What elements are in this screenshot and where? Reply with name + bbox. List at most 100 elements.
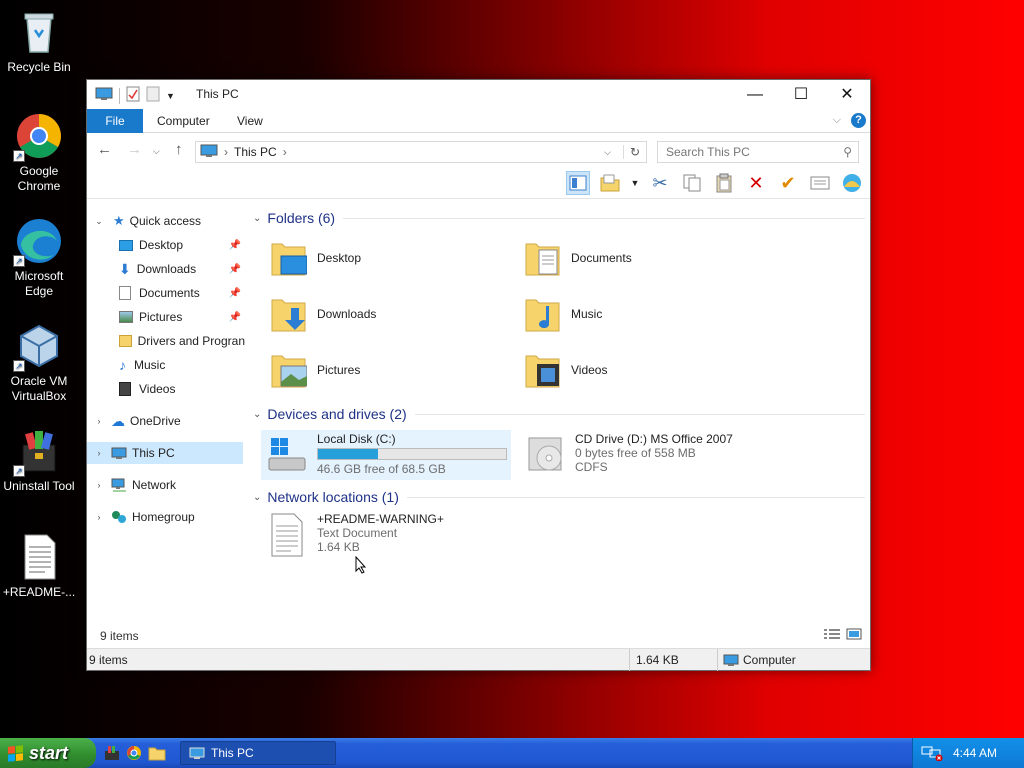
start-button[interactable]: start bbox=[0, 738, 96, 768]
uninstall-tool-icon: ↗ bbox=[13, 427, 63, 477]
desktop-icon-readme[interactable]: +README-... bbox=[0, 533, 78, 600]
expand-chevron-icon[interactable]: ⌄ bbox=[93, 216, 105, 227]
folder-tile-documents[interactable]: Documents bbox=[525, 238, 632, 278]
shortcut-arrow-icon: ↗ bbox=[13, 465, 25, 477]
nav-item-drivers[interactable]: Drivers and Progran bbox=[87, 330, 245, 352]
pictures-icon bbox=[119, 311, 133, 323]
copy-icon[interactable] bbox=[680, 171, 704, 195]
computer-icon[interactable] bbox=[95, 87, 113, 104]
paste-icon[interactable] bbox=[712, 171, 736, 195]
properties-folder-icon[interactable] bbox=[598, 171, 622, 195]
address-box[interactable]: › This PC › ⌵ ↻ bbox=[195, 141, 647, 163]
drive-usage-fill bbox=[318, 449, 379, 459]
taskbar-button-this-pc[interactable]: This PC bbox=[180, 741, 336, 765]
title-bar[interactable]: ▼ This PC — ☐ ✕ bbox=[87, 80, 870, 109]
pin-icon[interactable]: 📌 bbox=[229, 240, 241, 251]
recent-locations-chevron-icon[interactable]: ⌵ bbox=[153, 146, 160, 157]
nav-item-desktop[interactable]: Desktop 📌 bbox=[87, 234, 245, 256]
large-icons-view-icon[interactable] bbox=[846, 628, 862, 643]
desktop-icon-recycle-bin[interactable]: Recycle Bin bbox=[0, 8, 78, 75]
breadcrumb-chevron-icon[interactable]: › bbox=[283, 145, 287, 159]
folder-tile-music[interactable]: Music bbox=[525, 294, 602, 334]
folder-options-dropdown-icon[interactable]: ▼ bbox=[630, 171, 640, 195]
minimize-button[interactable]: — bbox=[732, 80, 778, 109]
network-item-readme[interactable]: +README-WARNING+ Text Document 1.64 KB bbox=[269, 512, 569, 562]
taskbar-button-label: This PC bbox=[211, 746, 254, 760]
maximize-button[interactable]: ☐ bbox=[778, 80, 824, 109]
pin-icon[interactable]: 📌 bbox=[229, 264, 241, 275]
up-arrow-icon[interactable]: ↑ bbox=[175, 141, 183, 158]
refresh-icon[interactable]: ↻ bbox=[622, 145, 640, 159]
details-view-icon[interactable] bbox=[824, 628, 840, 643]
separator bbox=[119, 87, 120, 104]
delete-icon[interactable]: ✕ bbox=[744, 171, 768, 195]
nav-onedrive[interactable]: › ☁ OneDrive bbox=[87, 410, 245, 432]
tab-computer[interactable]: Computer bbox=[157, 109, 210, 133]
desktop-icon-virtualbox[interactable]: ↗ Oracle VM VirtualBox bbox=[0, 322, 78, 404]
customize-qat-dropdown[interactable]: ▼ bbox=[166, 91, 175, 101]
download-arrow-icon: ⬇ bbox=[119, 260, 131, 277]
divider bbox=[414, 413, 865, 415]
nav-label: Music bbox=[134, 358, 166, 372]
folder-tile-pictures[interactable]: Pictures bbox=[271, 350, 360, 390]
group-header-devices[interactable]: ⌄ Devices and drives (2) bbox=[253, 406, 865, 422]
close-button[interactable]: ✕ bbox=[824, 80, 870, 109]
search-input[interactable]: Search This PC ⚲ bbox=[657, 141, 859, 163]
group-header-network[interactable]: ⌄ Network locations (1) bbox=[253, 489, 865, 505]
expand-chevron-icon[interactable]: › bbox=[93, 416, 105, 426]
drive-free-space: 46.6 GB free of 68.5 GB bbox=[317, 462, 446, 476]
desktop-icon-google-chrome[interactable]: ↗ Google Chrome bbox=[0, 112, 78, 194]
tab-view[interactable]: View bbox=[237, 109, 263, 133]
expand-chevron-icon[interactable]: › bbox=[93, 512, 105, 522]
collapse-chevron-icon[interactable]: ⌄ bbox=[253, 492, 261, 503]
nav-network[interactable]: › Network bbox=[87, 474, 245, 496]
nav-item-videos[interactable]: Videos bbox=[87, 378, 245, 400]
network-disconnected-icon[interactable] bbox=[921, 745, 943, 761]
preview-pane-icon[interactable] bbox=[566, 171, 590, 195]
nav-this-pc[interactable]: › This PC bbox=[87, 442, 243, 464]
expand-chevron-icon[interactable]: › bbox=[93, 448, 105, 458]
nav-quick-access[interactable]: ⌄ ★ Quick access bbox=[87, 210, 245, 232]
file-explorer-quicklaunch-icon[interactable] bbox=[148, 745, 166, 764]
nav-item-music[interactable]: ♪ Music bbox=[87, 354, 245, 376]
rename-check-icon[interactable]: ✔ bbox=[776, 171, 800, 195]
nav-item-downloads[interactable]: ⬇ Downloads 📌 bbox=[87, 258, 245, 280]
quick-access-toolbar: ▼ bbox=[95, 86, 175, 105]
drive-tile-cd[interactable]: CD Drive (D:) MS Office 2007 0 bytes fre… bbox=[519, 430, 849, 480]
pin-icon[interactable]: 📌 bbox=[229, 312, 241, 323]
breadcrumb-this-pc[interactable]: This PC bbox=[234, 145, 277, 159]
properties-icon[interactable] bbox=[126, 86, 140, 105]
file-type: Text Document bbox=[317, 526, 398, 540]
help-icon[interactable]: ? bbox=[851, 113, 866, 128]
back-arrow-icon[interactable]: ← bbox=[97, 141, 112, 158]
expand-chevron-icon[interactable]: › bbox=[93, 480, 105, 490]
address-dropdown-icon[interactable]: ⌵ bbox=[604, 147, 611, 158]
network-shell-icon[interactable] bbox=[840, 171, 864, 195]
film-icon bbox=[119, 382, 131, 396]
desktop-icon-microsoft-edge[interactable]: ↗ Microsoft Edge bbox=[0, 217, 78, 299]
breadcrumb-chevron-icon[interactable]: › bbox=[224, 145, 228, 159]
pin-icon[interactable]: 📌 bbox=[229, 288, 241, 299]
folder-tile-desktop[interactable]: Desktop bbox=[271, 238, 361, 278]
text-document-icon bbox=[269, 512, 305, 558]
folder-tile-downloads[interactable]: Downloads bbox=[271, 294, 376, 334]
uninstall-tool-quicklaunch-icon[interactable] bbox=[104, 745, 120, 764]
forward-arrow-icon[interactable]: → bbox=[127, 141, 142, 158]
chrome-quicklaunch-icon[interactable] bbox=[126, 745, 142, 764]
expand-ribbon-chevron-icon[interactable]: ⌵ bbox=[833, 114, 841, 127]
nav-item-pictures[interactable]: Pictures 📌 bbox=[87, 306, 245, 328]
new-folder-icon[interactable] bbox=[146, 86, 160, 105]
nav-item-documents[interactable]: Documents 📌 bbox=[87, 282, 245, 304]
email-icon[interactable] bbox=[808, 171, 832, 195]
collapse-chevron-icon[interactable]: ⌄ bbox=[253, 213, 261, 224]
nav-homegroup[interactable]: › Homegroup bbox=[87, 506, 245, 528]
group-header-folders[interactable]: ⌄ Folders (6) bbox=[253, 210, 865, 226]
tab-file[interactable]: File bbox=[87, 109, 143, 133]
drive-tile-local-disk[interactable]: Local Disk (C:) 46.6 GB free of 68.5 GB bbox=[261, 430, 511, 480]
cut-icon[interactable]: ✂ bbox=[648, 171, 672, 195]
desktop-icon-uninstall-tool[interactable]: ↗ Uninstall Tool bbox=[0, 427, 78, 494]
folder-tile-videos[interactable]: Videos bbox=[525, 350, 607, 390]
quick-launch bbox=[104, 745, 166, 764]
collapse-chevron-icon[interactable]: ⌄ bbox=[253, 409, 261, 420]
clock[interactable]: 4:44 AM bbox=[953, 746, 997, 760]
